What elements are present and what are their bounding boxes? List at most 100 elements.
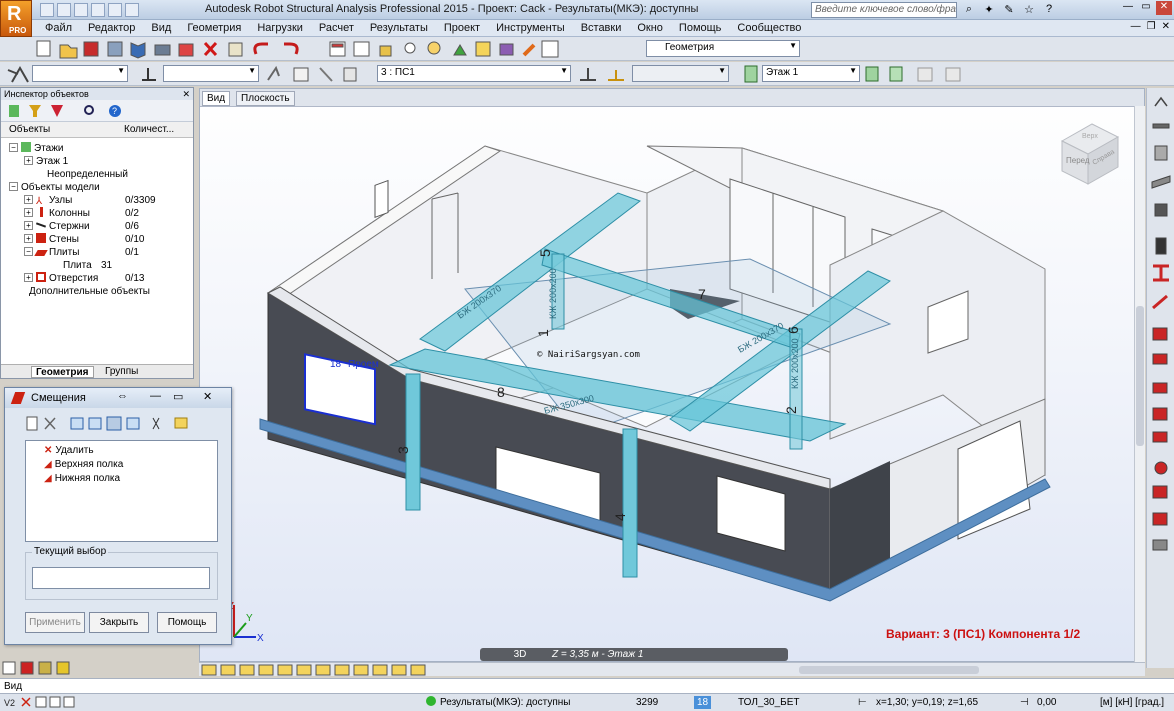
horizontal-scrollbar[interactable] (199, 662, 1145, 676)
menu-view[interactable]: Вид (143, 22, 179, 34)
scroll-thumb[interactable] (799, 666, 979, 674)
menu-geometry[interactable]: Геометрия (179, 22, 249, 34)
close-button[interactable]: ✕ (1156, 1, 1172, 15)
mdi-restore-button[interactable]: ❐ (1147, 21, 1156, 32)
dialog-title-bar[interactable]: Смещения ⇔ — ▭ ✕ (5, 388, 231, 408)
star-icon[interactable]: ☆ (1022, 3, 1036, 16)
tree-nodes[interactable]: + ⅄ Узлы (24, 194, 72, 207)
angle-icon: ⊣ (1020, 697, 1029, 708)
menu-file[interactable]: Файл (37, 22, 80, 34)
tree-model-objects[interactable]: − Объекты модели (9, 181, 100, 194)
binoculars-icon[interactable]: ⌕ (962, 3, 976, 16)
floor-combo[interactable]: Этаж 1 ▼ (762, 65, 860, 82)
component-combo[interactable]: ▼ (632, 65, 729, 82)
menu-window[interactable]: Окно (629, 22, 671, 34)
viewcube[interactable]: Перед Справа Верх (1060, 123, 1120, 185)
tree-slabs[interactable]: − Плиты (24, 246, 79, 259)
menu-analysis[interactable]: Расчет (311, 22, 362, 34)
save-icon[interactable] (74, 3, 88, 17)
current-selection-field[interactable] (32, 567, 210, 589)
tab-groups[interactable]: Группы (101, 366, 142, 378)
case-tool-icons[interactable] (574, 62, 634, 86)
open-icon[interactable] (57, 3, 71, 17)
dialog-maximize-button[interactable]: ▭ (173, 390, 183, 403)
apply-button[interactable]: Применить (25, 612, 85, 633)
help-button[interactable]: Помощь (157, 612, 217, 633)
undo-icon[interactable] (108, 3, 122, 17)
vertical-scrollbar[interactable] (1134, 106, 1145, 662)
status-units[interactable]: [м] [кН] [град.] (1100, 696, 1164, 709)
menu-addins[interactable]: Вставки (573, 22, 630, 34)
menu-edit[interactable]: Редактор (80, 22, 143, 34)
logo-letter: R (7, 3, 22, 25)
standard-tool-icons[interactable] (34, 37, 674, 61)
mdi-close-button[interactable]: ✕ (1162, 21, 1170, 32)
minimize-button[interactable]: — (1120, 1, 1136, 15)
status-results: Результаты(МКЭ): доступны (440, 697, 571, 708)
floor-action-icons[interactable] (862, 62, 972, 86)
dialog-minimize-button[interactable]: — (150, 390, 161, 402)
tree-bars[interactable]: + Стержни (24, 220, 90, 233)
app-window: Autodesk Robot Structural Analysis Profe… (0, 0, 1174, 711)
tree-slab[interactable]: Плита (63, 259, 92, 272)
menu-design[interactable]: Проект (436, 22, 488, 34)
tree-openings[interactable]: + Отверстия (24, 272, 98, 285)
app-logo[interactable]: R PRO (0, 0, 32, 37)
status-left-icons[interactable]: V2 (2, 694, 82, 710)
connect-icon[interactable]: ✦ (982, 3, 996, 16)
tree-additional[interactable]: Дополнительные объекты (9, 285, 150, 298)
load-case-combo[interactable]: 3 : ПС1 ▼ (377, 65, 571, 82)
list-item-delete[interactable]: ✕ Удалить (44, 445, 94, 456)
command-line[interactable]: Вид (0, 678, 1174, 694)
list-item-bottom-flange[interactable]: ◢ Нижняя полка (44, 473, 120, 484)
selection-tool-icons[interactable] (264, 62, 364, 86)
tools-icon[interactable]: ✎ (1002, 3, 1016, 16)
layout-icons[interactable] (0, 660, 80, 676)
geometry-combo[interactable]: Геометрия ▼ (646, 40, 800, 57)
tab-geometry[interactable]: Геометрия (31, 366, 94, 378)
help-icon[interactable]: ? (1042, 3, 1056, 16)
menu-tools[interactable]: Инструменты (488, 22, 573, 34)
beam-label: КЖ 200х200 (790, 338, 800, 389)
mdi-minimize-button[interactable]: — (1131, 21, 1141, 32)
maximize-button[interactable]: ▭ (1138, 1, 1154, 15)
inspector-tool-icons[interactable]: ? (1, 100, 131, 122)
redo-icon[interactable] (125, 3, 139, 17)
main-toolbar: Геометрия ▼ (0, 37, 1174, 61)
dialog-close-button[interactable]: ✕ (203, 390, 212, 403)
view-layout-icons[interactable] (199, 663, 439, 677)
bar-tool-icon[interactable] (138, 62, 162, 86)
z-level-readout[interactable]: Z = 3,35 м - Этаж 1 (544, 648, 788, 661)
inspector-close-icon[interactable]: ✕ (182, 88, 190, 100)
col-objects[interactable]: Объекты (9, 124, 50, 135)
offset-list[interactable]: ✕ Удалить ◢ Верхняя полка ◢ Нижняя полка (25, 440, 218, 542)
node-combo[interactable]: ▼ (32, 65, 128, 82)
right-tool-icons[interactable] (1147, 88, 1174, 668)
menu-results[interactable]: Результаты (362, 22, 436, 34)
search-input[interactable]: Введите ключевое слово/фразу (811, 2, 957, 18)
bar-combo[interactable]: ▼ (163, 65, 259, 82)
new-icon[interactable] (40, 3, 54, 17)
structure-model[interactable]: БЖ 200х370 КЖ 200х200 КЖ 200х200 БЖ 200х… (200, 89, 1145, 662)
dialog-tool-icons[interactable] (23, 414, 203, 436)
menu-help[interactable]: Помощь (671, 22, 730, 34)
menu-loads[interactable]: Нагрузки (249, 22, 311, 34)
tree-floors[interactable]: − Этажи (9, 142, 64, 155)
menu-community[interactable]: Сообщество (729, 22, 809, 34)
status-bar: V2 Результаты(МКЭ): доступны 3299 18 ТОЛ… (0, 694, 1174, 711)
tree-floor-1[interactable]: + Этаж 1 (24, 155, 68, 168)
col-count[interactable]: Количест... (124, 124, 174, 135)
print-icon[interactable] (91, 3, 105, 17)
close-dialog-button[interactable]: Закрыть (89, 612, 149, 633)
list-item-top-flange[interactable]: ◢ Верхняя полка (44, 459, 123, 470)
floor-combo-value: Этаж 1 (766, 67, 799, 78)
tree-columns[interactable]: + Колонны (24, 207, 90, 220)
status-badge[interactable]: 18 (694, 696, 712, 709)
tree-walls[interactable]: + Стены (24, 233, 79, 246)
floor-tool-icon[interactable] (740, 62, 764, 86)
3d-viewport[interactable]: Вид Плоскость БЖ 200х370 КЖ 200х200 КЖ 2… (199, 88, 1145, 662)
tree-undefined[interactable]: Неопределенный (47, 168, 128, 181)
resize-icon[interactable]: ⇔ (117, 390, 128, 402)
bar-number: 5 (537, 249, 553, 257)
chevron-down-icon: ▼ (849, 66, 857, 75)
